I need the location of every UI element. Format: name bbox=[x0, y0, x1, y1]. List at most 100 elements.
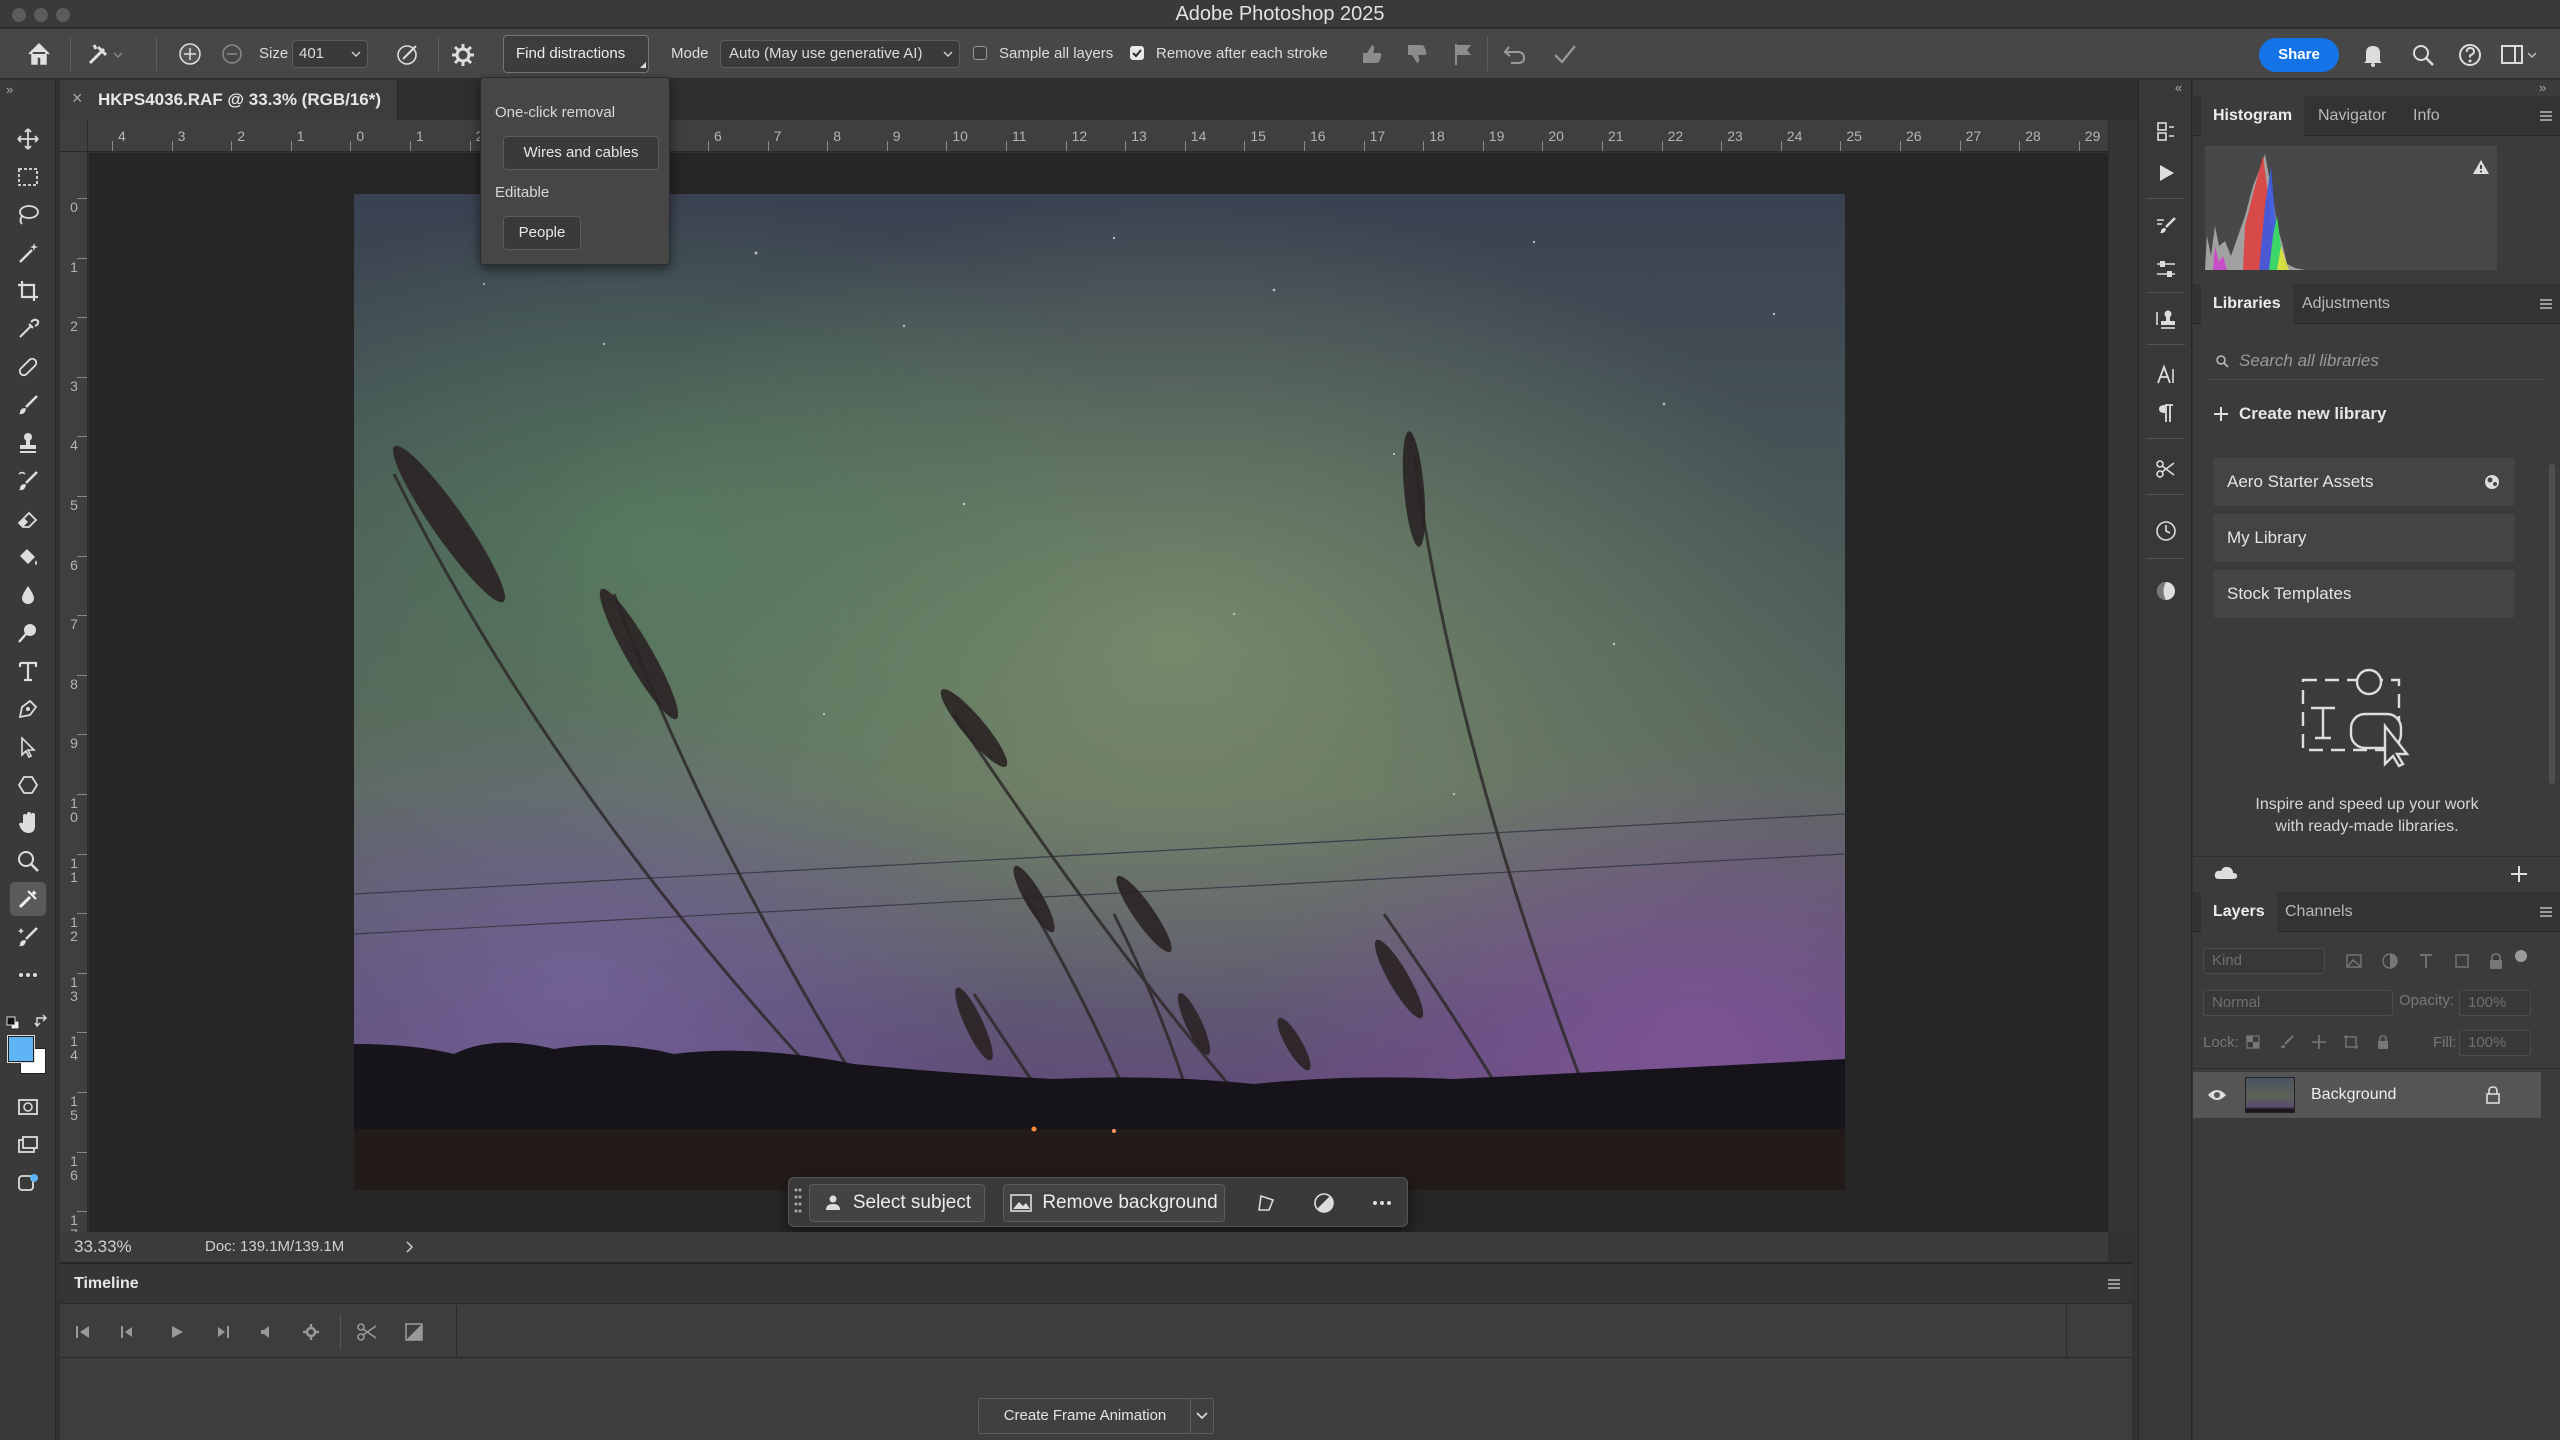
blur-tool-icon[interactable] bbox=[10, 578, 46, 612]
default-colors-icon[interactable] bbox=[6, 1016, 20, 1030]
healing-brush-tool-icon[interactable] bbox=[10, 350, 46, 384]
screen-mode-icon[interactable] bbox=[10, 1128, 46, 1162]
clone-source-icon[interactable] bbox=[2148, 302, 2184, 336]
character-icon[interactable] bbox=[2148, 358, 2184, 392]
lock-pixels-icon[interactable] bbox=[2279, 1034, 2295, 1050]
library-item[interactable]: Stock Templates bbox=[2213, 570, 2515, 618]
tab-adjustments[interactable]: Adjustments bbox=[2302, 284, 2390, 324]
settings-gear-icon[interactable] bbox=[302, 1323, 320, 1341]
pen-tool-icon[interactable] bbox=[10, 692, 46, 726]
panel-menu-icon[interactable] bbox=[2538, 904, 2554, 920]
object-selection-tool-icon[interactable] bbox=[10, 236, 46, 270]
create-frame-animation-button[interactable]: Create Frame Animation bbox=[978, 1398, 1192, 1434]
ruler-origin[interactable] bbox=[60, 120, 88, 152]
paragraph-icon[interactable] bbox=[2148, 396, 2184, 430]
add-icon[interactable] bbox=[2509, 864, 2529, 884]
tab-info[interactable]: Info bbox=[2413, 96, 2440, 136]
home-icon[interactable] bbox=[26, 41, 52, 67]
next-frame-icon[interactable] bbox=[214, 1324, 232, 1340]
vertical-scrollbar[interactable] bbox=[2108, 120, 2138, 1232]
properties-sliders-icon[interactable] bbox=[2148, 252, 2184, 286]
shape-filter-icon[interactable] bbox=[2453, 952, 2471, 970]
brush-settings-icon[interactable] bbox=[2148, 210, 2184, 244]
layer-name[interactable]: Background bbox=[2311, 1072, 2396, 1118]
collapse-icon[interactable]: » bbox=[2539, 80, 2546, 95]
type-tool-icon[interactable] bbox=[10, 654, 46, 688]
tab-histogram[interactable]: Histogram bbox=[2201, 96, 2305, 136]
layer-row[interactable]: Background bbox=[2193, 1072, 2541, 1118]
zoom-tool-icon[interactable] bbox=[10, 844, 46, 878]
animation-type-dropdown[interactable] bbox=[1190, 1398, 1214, 1434]
help-icon[interactable] bbox=[2457, 42, 2483, 68]
wires-and-cables-button[interactable]: Wires and cables bbox=[503, 136, 659, 170]
previous-frame-icon[interactable] bbox=[118, 1324, 136, 1340]
adjustment-filter-icon[interactable] bbox=[2381, 952, 2399, 970]
libraries-scrollbar[interactable] bbox=[2549, 464, 2555, 784]
more-tools-icon[interactable] bbox=[10, 958, 46, 992]
library-search-input[interactable]: Search all libraries bbox=[2209, 342, 2545, 380]
remove-tool-icon[interactable] bbox=[10, 882, 46, 916]
search-icon[interactable] bbox=[2410, 42, 2436, 68]
swap-colors-icon[interactable] bbox=[34, 1014, 50, 1030]
zoom-level[interactable]: 33.33% bbox=[74, 1232, 132, 1262]
close-tab-icon[interactable]: × bbox=[72, 88, 83, 109]
eraser-tool-icon[interactable] bbox=[10, 502, 46, 536]
lock-artboard-icon[interactable] bbox=[2343, 1034, 2359, 1050]
lasso-tool-icon[interactable] bbox=[10, 198, 46, 232]
ruler-vertical[interactable]: 01234567891011121314151617 bbox=[60, 152, 88, 1241]
marquee-tool-icon[interactable] bbox=[10, 160, 46, 194]
tool-presets-icon[interactable] bbox=[2148, 452, 2184, 486]
find-distractions-button[interactable]: Find distractions bbox=[503, 35, 649, 73]
transition-icon[interactable] bbox=[404, 1322, 424, 1342]
cloud-icon[interactable] bbox=[2213, 863, 2239, 883]
first-frame-icon[interactable] bbox=[74, 1324, 92, 1340]
dodge-tool-icon[interactable] bbox=[10, 616, 46, 650]
gear-icon[interactable] bbox=[450, 42, 476, 68]
actions-play-icon[interactable] bbox=[2148, 156, 2184, 190]
scissors-icon[interactable] bbox=[356, 1322, 378, 1342]
eye-visibility-icon[interactable] bbox=[2207, 1086, 2227, 1104]
remove-after-stroke-checkbox[interactable] bbox=[1130, 46, 1144, 60]
fill-input[interactable]: 100% bbox=[2459, 1030, 2531, 1056]
history-icon[interactable] bbox=[2148, 514, 2184, 548]
tab-layers[interactable]: Layers bbox=[2201, 892, 2277, 932]
opacity-input[interactable]: 100% bbox=[2459, 990, 2531, 1016]
commit-check-icon[interactable] bbox=[1552, 42, 1578, 66]
flag-icon[interactable] bbox=[1452, 42, 1474, 66]
sample-all-layers-checkbox[interactable] bbox=[973, 46, 987, 60]
tab-navigator[interactable]: Navigator bbox=[2318, 96, 2386, 136]
edit-toolbar-icon[interactable] bbox=[10, 1166, 46, 1200]
lock-all-icon[interactable] bbox=[2375, 1034, 2391, 1050]
filter-toggle-icon[interactable] bbox=[2515, 950, 2527, 962]
pixel-filter-icon[interactable] bbox=[2345, 952, 2363, 970]
smart-object-filter-icon[interactable] bbox=[2487, 952, 2505, 970]
blend-mode-select[interactable]: Normal bbox=[2203, 990, 2393, 1016]
foreground-color-swatch[interactable] bbox=[7, 1035, 35, 1063]
panel-menu-icon[interactable] bbox=[2538, 108, 2554, 124]
panel-menu-icon[interactable] bbox=[2538, 296, 2554, 312]
mode-select[interactable]: Auto (May use generative AI) bbox=[720, 40, 960, 68]
brush-tool-icon[interactable] bbox=[10, 388, 46, 422]
shape-tool-icon[interactable] bbox=[10, 768, 46, 802]
undo-icon[interactable] bbox=[1502, 42, 1528, 66]
select-subject-button[interactable]: Select subject bbox=[809, 1184, 985, 1222]
panel-menu-icon[interactable] bbox=[2106, 1276, 2122, 1292]
warning-icon[interactable] bbox=[2472, 158, 2490, 176]
aurora-photo[interactable] bbox=[354, 194, 1845, 1190]
audio-icon[interactable] bbox=[258, 1324, 274, 1340]
type-filter-icon[interactable] bbox=[2417, 952, 2435, 970]
eyedropper-tool-icon[interactable] bbox=[10, 312, 46, 346]
collapse-icon[interactable]: » bbox=[6, 82, 13, 97]
chevron-right-icon[interactable] bbox=[404, 1239, 416, 1255]
add-to-stroke-icon[interactable] bbox=[178, 42, 202, 66]
library-item[interactable]: My Library bbox=[2213, 514, 2515, 562]
crop-tool-icon[interactable] bbox=[10, 274, 46, 308]
quick-mask-icon[interactable] bbox=[10, 1090, 46, 1124]
collapse-icon[interactable]: « bbox=[2175, 80, 2182, 95]
transform-icon[interactable] bbox=[1255, 1192, 1277, 1214]
lock-transparent-icon[interactable] bbox=[2245, 1034, 2261, 1050]
drag-handle-icon[interactable] bbox=[793, 1186, 803, 1220]
size-input[interactable]: 401 bbox=[292, 40, 368, 68]
animation-frames-icon[interactable] bbox=[2148, 114, 2184, 148]
remove-background-button[interactable]: Remove background bbox=[1003, 1184, 1225, 1222]
